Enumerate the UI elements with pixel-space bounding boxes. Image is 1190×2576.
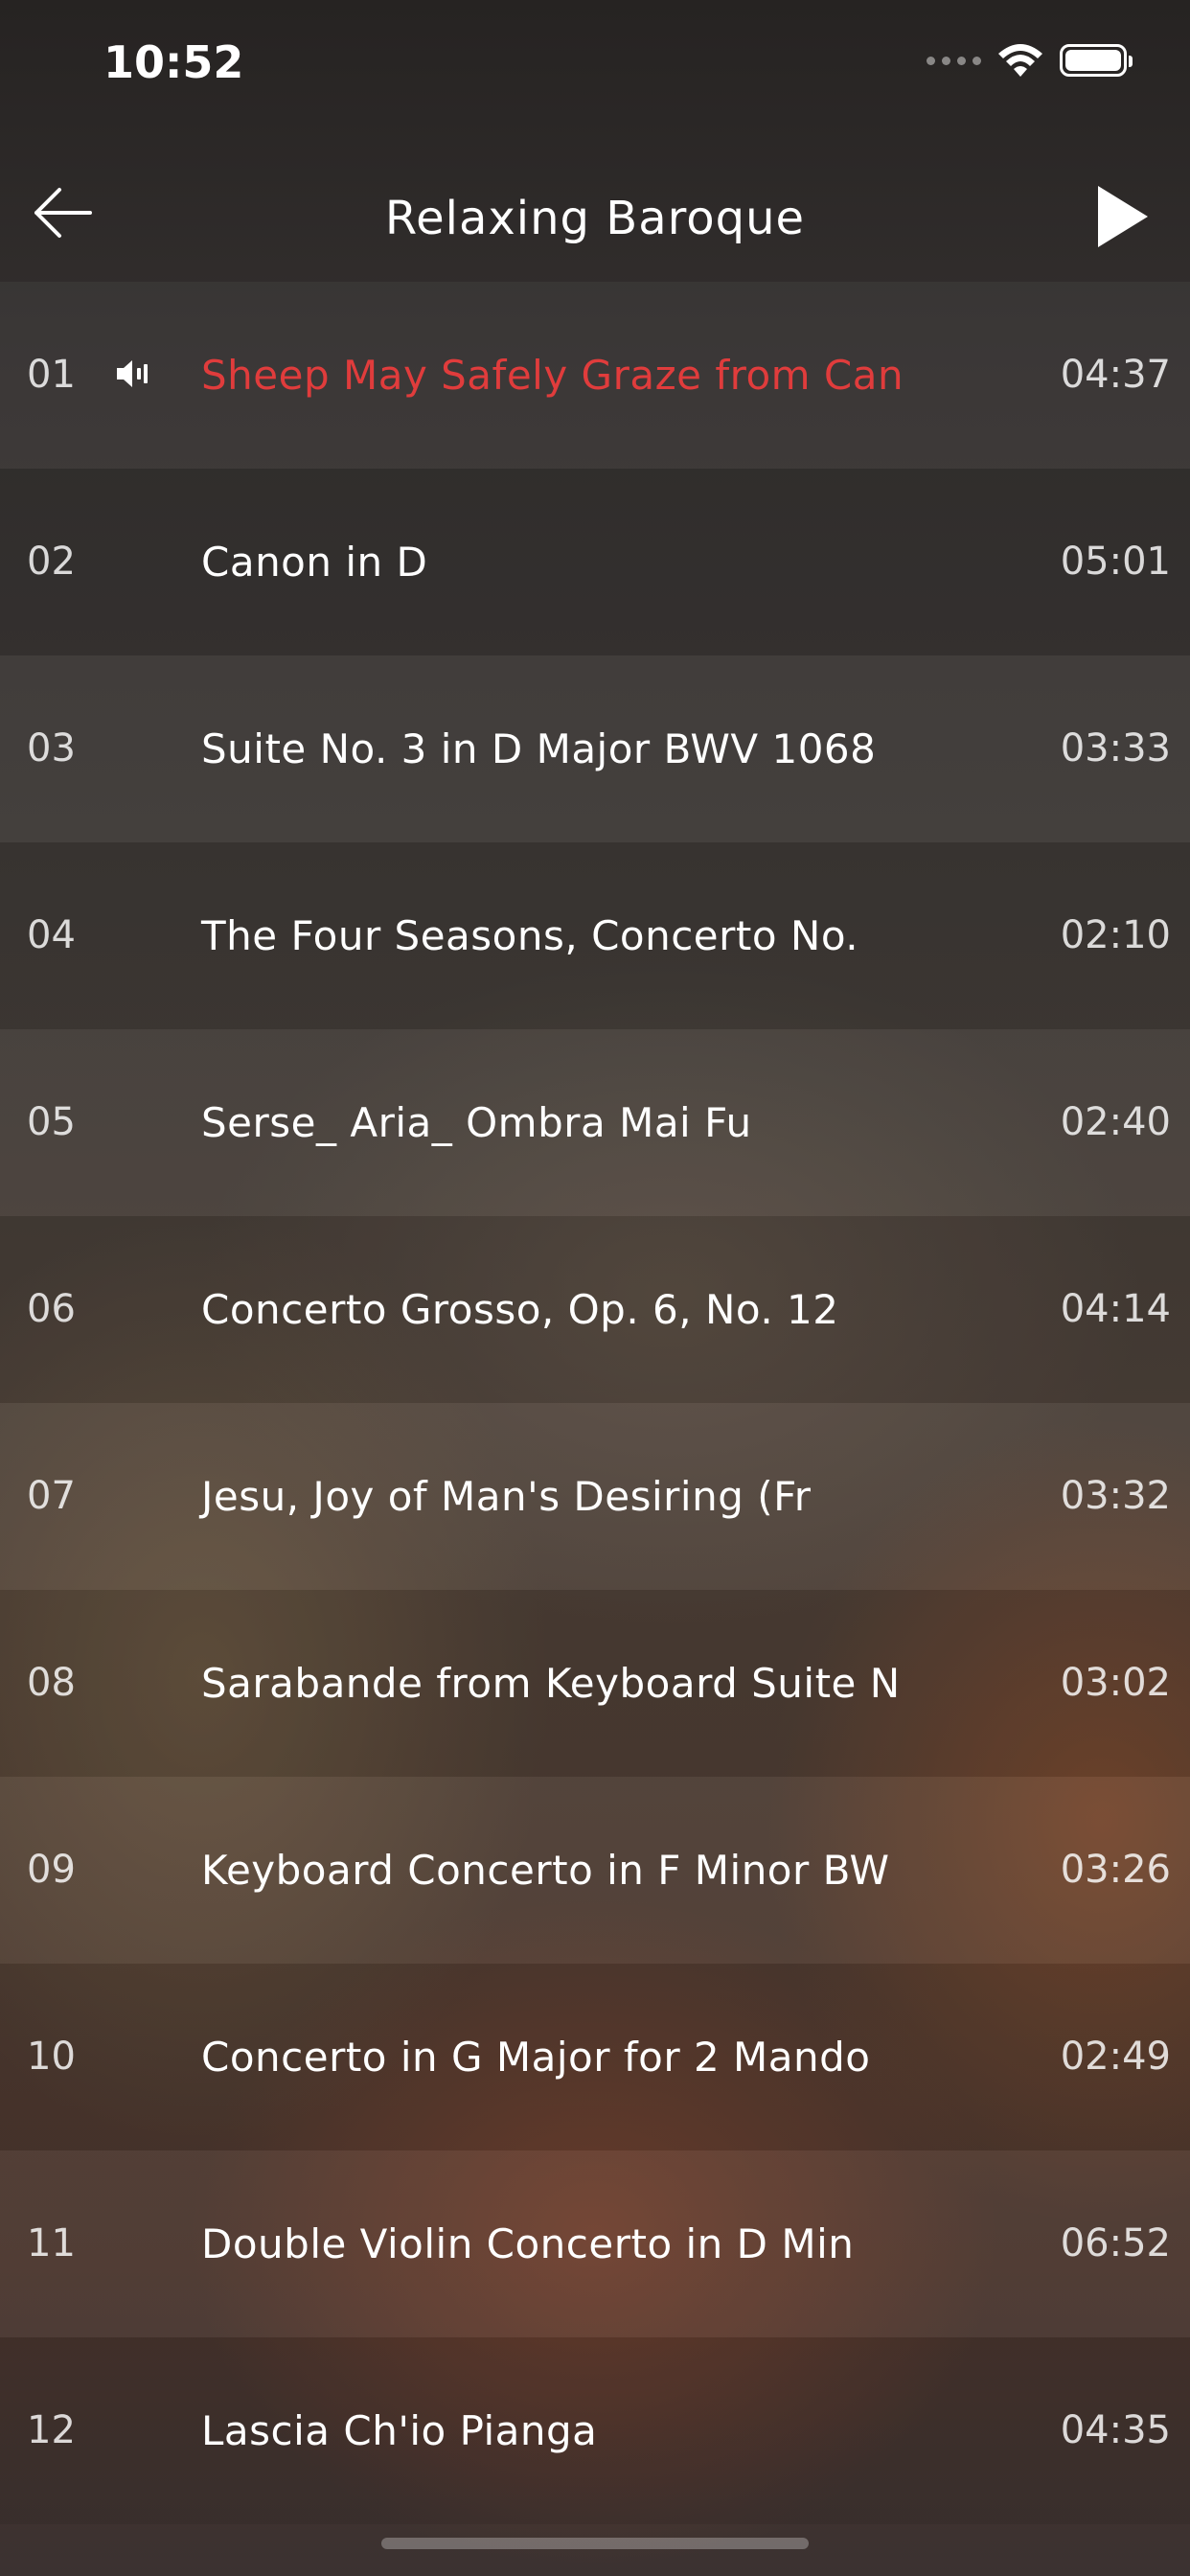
track-title: Lascia Ch'io Pianga xyxy=(201,2407,598,2454)
track-row[interactable]: 06 Concerto Grosso, Op. 6, No. 12 04:14 xyxy=(0,1216,1190,1403)
track-duration: 02:10 xyxy=(1060,913,1171,957)
track-number: 10 xyxy=(27,2035,76,2079)
track-row[interactable]: 11 Double Violin Concerto in D Min 06:52 xyxy=(0,2150,1190,2337)
track-duration: 03:26 xyxy=(1060,1848,1171,1892)
signal-dots-icon xyxy=(927,56,981,65)
track-number: 11 xyxy=(27,2221,76,2266)
home-indicator[interactable] xyxy=(381,2538,809,2549)
track-duration: 02:49 xyxy=(1060,2035,1171,2079)
track-title: The Four Seasons, Concerto No. xyxy=(201,912,859,959)
nav-bar: Relaxing Baroque xyxy=(0,144,1190,278)
track-number: 01 xyxy=(27,353,76,397)
track-duration: 03:32 xyxy=(1060,1474,1171,1518)
track-row[interactable]: 05 Serse_ Aria_ Ombra Mai Fu 02:40 xyxy=(0,1029,1190,1216)
track-title: Concerto Grosso, Op. 6, No. 12 xyxy=(201,1286,839,1333)
track-number: 03 xyxy=(27,726,76,770)
play-icon xyxy=(1098,186,1148,247)
track-title: Serse_ Aria_ Ombra Mai Fu xyxy=(201,1099,752,1146)
track-duration: 02:40 xyxy=(1060,1100,1171,1144)
track-number: 08 xyxy=(27,1661,76,1705)
track-row[interactable]: 04 The Four Seasons, Concerto No. 02:10 xyxy=(0,842,1190,1029)
page-title: Relaxing Baroque xyxy=(384,192,806,245)
track-number: 09 xyxy=(27,1848,76,1892)
wifi-icon xyxy=(998,44,1042,77)
track-number: 05 xyxy=(27,1100,76,1144)
track-duration: 04:14 xyxy=(1060,1287,1171,1331)
track-row[interactable]: 08 Sarabande from Keyboard Suite N 03:02 xyxy=(0,1590,1190,1777)
track-duration: 03:33 xyxy=(1060,726,1171,770)
track-row[interactable]: 09 Keyboard Concerto in F Minor BW 03:26 xyxy=(0,1777,1190,1964)
track-number: 07 xyxy=(27,1474,76,1518)
speaker-icon xyxy=(113,356,153,391)
track-title: Sheep May Safely Graze from Can xyxy=(201,352,904,399)
track-duration: 05:01 xyxy=(1060,540,1171,584)
track-number: 12 xyxy=(27,2408,76,2452)
track-number: 02 xyxy=(27,540,76,584)
status-bar: 10:52 xyxy=(0,0,1190,134)
track-title: Sarabande from Keyboard Suite N xyxy=(201,1660,901,1707)
play-all-button[interactable] xyxy=(1096,184,1150,249)
track-title: Double Violin Concerto in D Min xyxy=(201,2220,855,2267)
track-title: Suite No. 3 in D Major BWV 1068 xyxy=(201,725,877,772)
track-duration: 06:52 xyxy=(1060,2221,1171,2266)
track-row[interactable]: 10 Concerto in G Major for 2 Mando 02:49 xyxy=(0,1964,1190,2150)
track-number: 06 xyxy=(27,1287,76,1331)
track-list: 01 Sheep May Safely Graze from Can 04:37 02… xyxy=(0,282,1190,2524)
track-duration: 04:37 xyxy=(1060,353,1171,397)
track-row[interactable]: 07 Jesu, Joy of Man's Desiring (Fr 03:32 xyxy=(0,1403,1190,1590)
track-title: Keyboard Concerto in F Minor BW xyxy=(201,1847,890,1894)
track-row[interactable]: 02 Canon in D 05:01 xyxy=(0,469,1190,656)
track-title: Jesu, Joy of Man's Desiring (Fr xyxy=(201,1473,812,1520)
track-number: 04 xyxy=(27,913,76,957)
track-row[interactable]: 12 Lascia Ch'io Pianga 04:35 xyxy=(0,2337,1190,2524)
status-time: 10:52 xyxy=(103,36,244,88)
track-duration: 03:02 xyxy=(1060,1661,1171,1705)
track-duration: 04:35 xyxy=(1060,2408,1171,2452)
track-title: Concerto in G Major for 2 Mando xyxy=(201,2034,871,2081)
status-icons xyxy=(927,42,1133,79)
battery-icon xyxy=(1060,44,1133,77)
track-row[interactable]: 01 Sheep May Safely Graze from Can 04:37 xyxy=(0,282,1190,469)
track-row[interactable]: 03 Suite No. 3 in D Major BWV 1068 03:33 xyxy=(0,656,1190,842)
track-title: Canon in D xyxy=(201,539,428,586)
